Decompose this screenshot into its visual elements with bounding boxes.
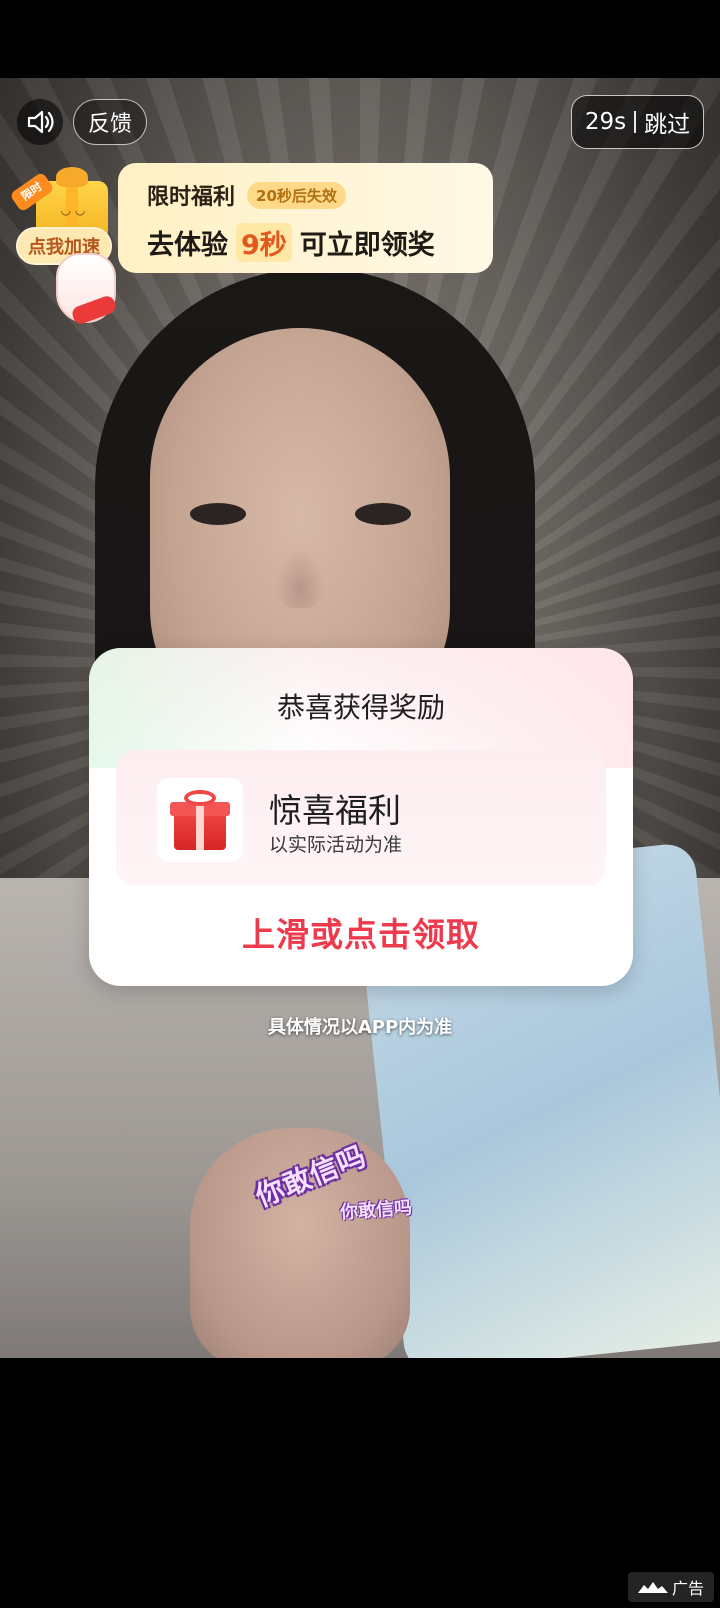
gift-red-ribbon: [196, 802, 204, 850]
skip-ad-button[interactable]: 29s 跳过: [571, 95, 704, 149]
promo-prefix: 去体验: [147, 230, 228, 261]
promo-suffix: 可立即领奖: [299, 230, 435, 261]
promo-seconds: 9秒: [236, 223, 292, 262]
feedback-button[interactable]: 反馈: [73, 99, 147, 145]
reward-subtitle: 以实际活动为准: [269, 834, 403, 856]
video-eye-left: [190, 503, 246, 525]
skip-countdown: 29s: [584, 109, 627, 135]
video-sticker-text-small: 你敢信吗: [339, 1197, 413, 1224]
reward-item[interactable]: 惊喜福利 以实际活动为准: [116, 750, 606, 886]
gift-red-bow: [184, 790, 216, 806]
gift-bow: [56, 167, 88, 187]
gift-mascot[interactable]: ◡ ◡ 限时 点我加速: [9, 163, 124, 326]
speaker-icon: [27, 110, 54, 134]
promo-expiry-badge: 20秒后失效: [247, 181, 346, 209]
skip-label: 跳过: [644, 112, 691, 138]
limited-offer-banner[interactable]: 限时福利 20秒后失效 去体验 9秒 可立即领奖: [118, 163, 493, 273]
promo-title: 限时福利: [147, 185, 236, 210]
gift-icon: [157, 778, 243, 862]
reward-card[interactable]: 恭喜获得奖励 惊喜福利 以实际活动为准 上滑或点击领取: [89, 648, 633, 986]
reward-card-title: 恭喜获得奖励: [276, 691, 445, 724]
claim-reward-button[interactable]: 上滑或点击领取: [89, 908, 633, 956]
sound-toggle-button[interactable]: [17, 99, 63, 145]
ad-label: 广告: [671, 1579, 704, 1598]
disclaimer-text: 具体情况以APP内为准: [267, 1017, 453, 1038]
gift-smile-face: ◡ ◡: [60, 203, 86, 217]
reward-name: 惊喜福利: [269, 791, 401, 830]
ad-badge: 广告: [628, 1572, 714, 1602]
ad-network-logo-icon: [637, 1582, 668, 1593]
skip-divider: [634, 111, 637, 133]
video-eye-right: [355, 503, 411, 525]
video-nose: [275, 548, 325, 608]
